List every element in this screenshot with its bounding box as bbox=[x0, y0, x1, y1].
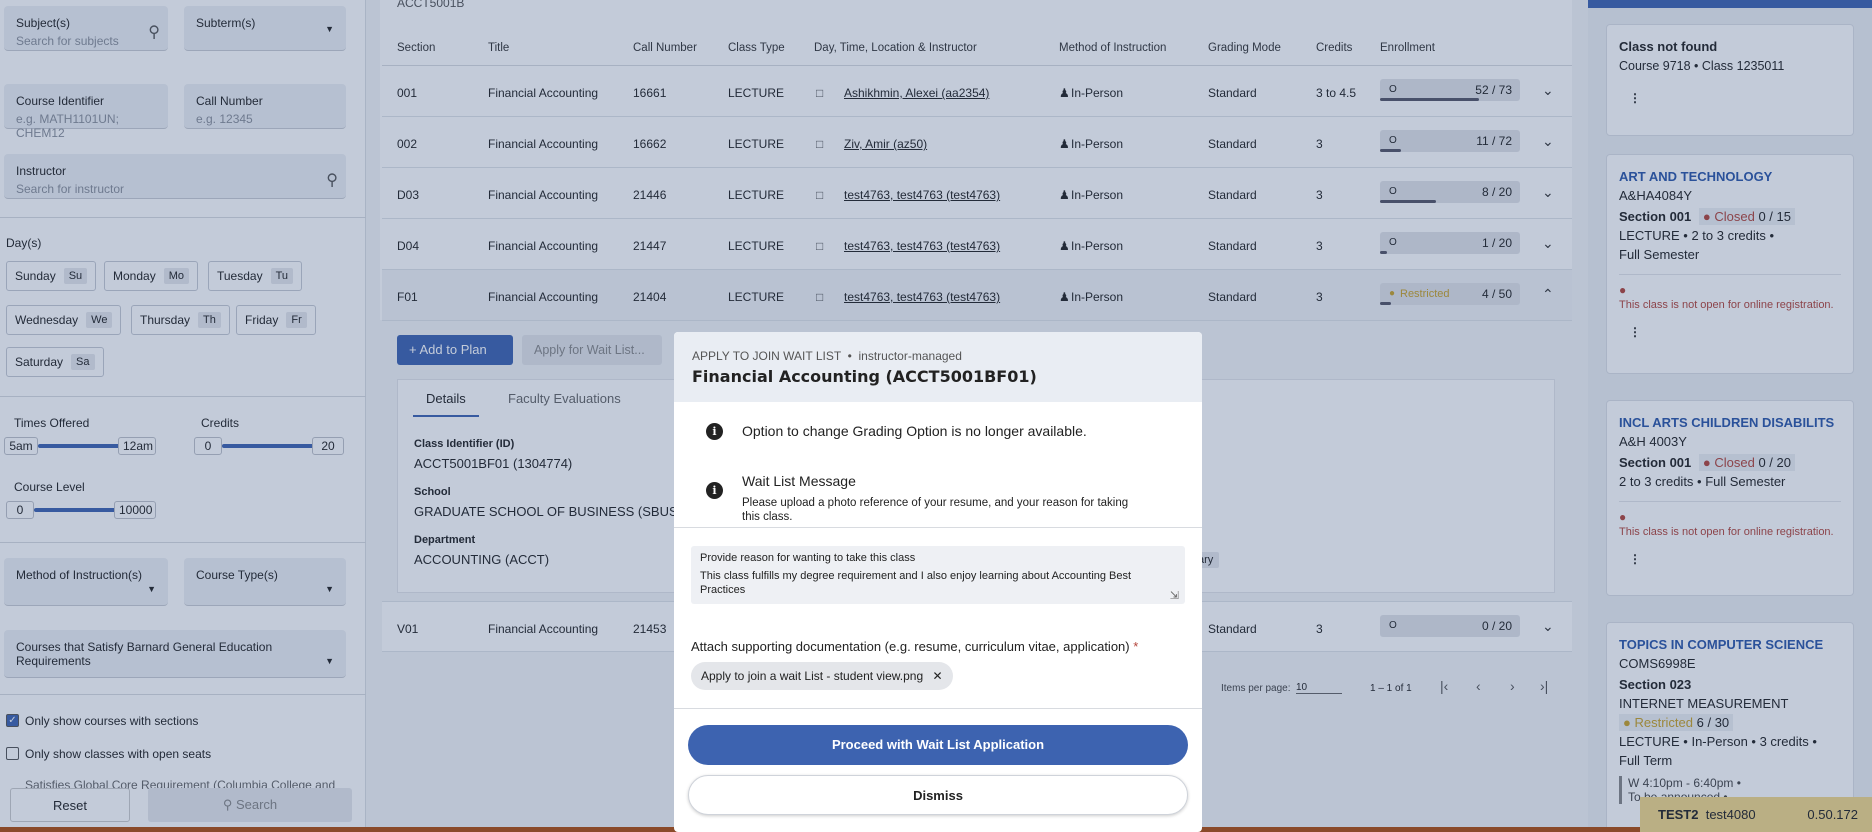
dialog-kicker: APPLY TO JOIN WAIT LIST • instructor-man… bbox=[692, 349, 962, 363]
info-icon: i bbox=[706, 423, 723, 440]
close-icon[interactable]: ✕ bbox=[932, 669, 942, 683]
divider bbox=[674, 527, 1202, 528]
dialog-kicker-tag: instructor-managed bbox=[858, 349, 962, 363]
wait-list-message-text: Please upload a photo reference of your … bbox=[742, 497, 1129, 523]
info-grading-text: Option to change Grading Option is no lo… bbox=[742, 423, 1087, 439]
info-icon: i bbox=[706, 482, 723, 499]
required-marker: * bbox=[1133, 639, 1139, 654]
dismiss-label: Dismiss bbox=[913, 788, 963, 803]
dialog-title: Financial Accounting (ACCT5001BF01) bbox=[692, 367, 1037, 386]
divider bbox=[674, 708, 1202, 709]
proceed-label: Proceed with Wait List Application bbox=[831, 737, 1045, 752]
reason-label: Provide reason for wanting to take this … bbox=[700, 552, 916, 564]
resize-handle-icon[interactable]: ⇲ bbox=[1170, 589, 1179, 602]
wait-list-dialog: APPLY TO JOIN WAIT LIST • instructor-man… bbox=[674, 332, 1202, 832]
file-chip[interactable]: Apply to join a wait List - student view… bbox=[691, 662, 953, 690]
dialog-kicker-text: APPLY TO JOIN WAIT LIST bbox=[692, 349, 841, 363]
dismiss-button[interactable]: Dismiss bbox=[688, 775, 1188, 815]
wait-list-message-title: Wait List Message bbox=[742, 473, 856, 489]
attach-label-text: Attach supporting documentation (e.g. re… bbox=[691, 639, 1130, 654]
proceed-wait-list-button[interactable]: Proceed with Wait List Application bbox=[688, 725, 1188, 765]
attach-label: Attach supporting documentation (e.g. re… bbox=[691, 639, 1138, 654]
reason-textarea[interactable]: Provide reason for wanting to take this … bbox=[691, 546, 1185, 604]
file-name: Apply to join a wait List - student view… bbox=[701, 669, 924, 683]
reason-value: This class fulfills my degree requiremen… bbox=[700, 570, 1132, 596]
